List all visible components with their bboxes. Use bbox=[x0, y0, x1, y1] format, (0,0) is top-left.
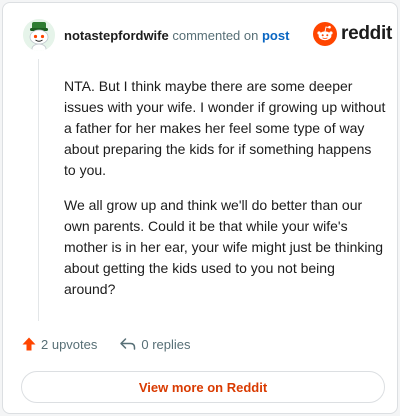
post-link[interactable]: post bbox=[262, 28, 289, 43]
reddit-logo-icon bbox=[313, 22, 337, 46]
comment-header: notastepfordwife commented on post bbox=[64, 28, 289, 44]
upvote-button[interactable]: 2 upvotes bbox=[21, 336, 97, 352]
reply-arrow-icon bbox=[120, 338, 136, 350]
comment-actions: 2 upvotes 0 replies bbox=[21, 336, 191, 352]
snoo-avatar-icon bbox=[23, 19, 55, 51]
reply-count: 0 replies bbox=[141, 336, 191, 352]
view-more-button[interactable]: View more on Reddit bbox=[21, 371, 385, 403]
header-action-text: commented on bbox=[172, 28, 259, 43]
username-link[interactable]: notastepfordwife bbox=[64, 28, 169, 43]
reddit-wordmark: reddit bbox=[341, 23, 392, 44]
thread-line bbox=[38, 59, 39, 321]
comment-paragraph: We all grow up and think we'll do better… bbox=[64, 197, 384, 297]
comment-body: NTA. But I think maybe there are some de… bbox=[64, 76, 386, 314]
upvote-count: 2 upvotes bbox=[41, 336, 98, 352]
user-avatar[interactable] bbox=[23, 19, 55, 51]
comment-embed-card: notastepfordwife commented on post reddi… bbox=[2, 2, 398, 414]
replies-button[interactable]: 0 replies bbox=[119, 336, 191, 352]
reddit-brand[interactable]: reddit bbox=[313, 22, 392, 46]
upvote-arrow-icon bbox=[22, 337, 36, 351]
comment-paragraph: NTA. But I think maybe there are some de… bbox=[64, 78, 386, 178]
